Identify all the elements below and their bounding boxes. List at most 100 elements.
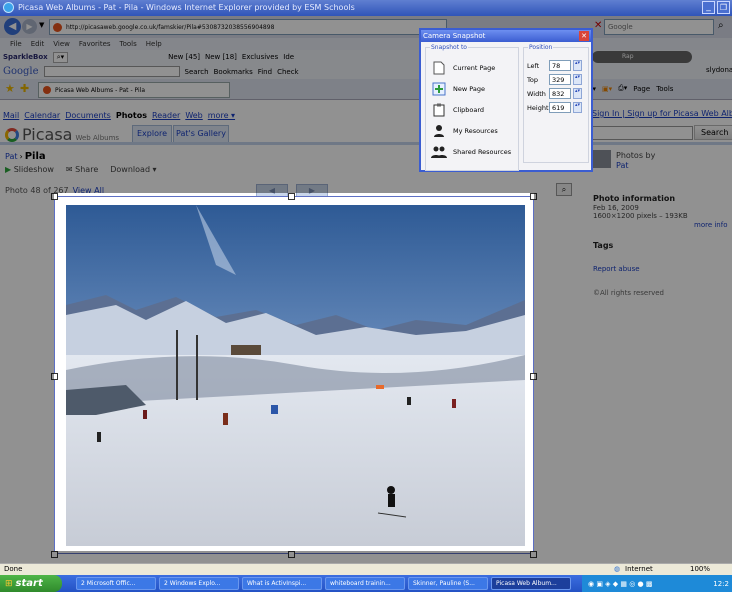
mail-icon: ✉: [65, 165, 73, 174]
taskbar-item[interactable]: 2 Windows Explo...: [159, 577, 239, 590]
page-menu[interactable]: Page: [633, 85, 650, 93]
add-favorite-icon[interactable]: ✚: [20, 82, 29, 95]
resize-handle-n[interactable]: [288, 193, 295, 200]
minimize-button[interactable]: _: [702, 1, 715, 14]
resize-handle-ne[interactable]: [530, 193, 537, 200]
gnav-web[interactable]: Web: [185, 111, 202, 120]
menu-view[interactable]: View: [53, 40, 70, 48]
favorites-star-icon[interactable]: ★: [5, 82, 15, 95]
zoom-level[interactable]: 100%: [690, 565, 710, 573]
toolbar-search-icon[interactable]: ⌕▾: [52, 51, 69, 63]
dialog-close-button[interactable]: ✕: [579, 31, 589, 41]
menu-help[interactable]: Help: [146, 40, 162, 48]
share-label: Share: [75, 165, 99, 174]
taskbar-item[interactable]: whiteboard trainin...: [325, 577, 405, 590]
resize-handle-s[interactable]: [288, 551, 295, 558]
snapshot-option-clipboard[interactable]: Clipboard: [431, 102, 517, 118]
gnav-reader[interactable]: Reader: [152, 111, 180, 120]
menu-favorites[interactable]: Favorites: [79, 40, 111, 48]
snapshot-option-current-page[interactable]: Current Page: [431, 60, 517, 76]
taskbar-item[interactable]: Skinner, Pauline (S...: [408, 577, 488, 590]
taskbar-item[interactable]: What is ActivInspi...: [242, 577, 322, 590]
gnav-calendar[interactable]: Calendar: [24, 111, 60, 120]
taskbar-items: 2 Microsoft Offic... 2 Windows Explo... Wh…: [76, 577, 576, 590]
back-icon[interactable]: ◀: [4, 18, 21, 35]
tray-icons[interactable]: ◉ ▣ ◈ ◆ ▦ ◎ ● ▩: [588, 580, 653, 588]
picasa-search-button[interactable]: Search: [694, 125, 732, 140]
google-find[interactable]: Find: [258, 68, 272, 76]
toolbar-item-3[interactable]: Exclusives: [242, 53, 278, 61]
position-width-spinner-icon[interactable]: ▴▾: [573, 88, 582, 99]
resize-handle-w[interactable]: [51, 373, 58, 380]
download-button[interactable]: Download ▾: [110, 165, 156, 174]
snapshot-option-label: Clipboard: [453, 106, 485, 114]
history-dropdown-icon[interactable]: ▼: [39, 21, 44, 29]
snapshot-option-my-resources[interactable]: My Resources: [431, 123, 517, 139]
taskbar-item[interactable]: Picasa Web Album...: [491, 577, 571, 590]
start-button[interactable]: ⊞ start: [0, 575, 62, 592]
resize-handle-sw[interactable]: [51, 551, 58, 558]
google-search-box[interactable]: [43, 66, 180, 77]
google-brand[interactable]: Google: [3, 66, 39, 77]
slideshow-button[interactable]: ▶ Slideshow: [5, 165, 54, 174]
camera-snapshot-dialog: Camera Snapshot ✕ Snapshot to Current Pa…: [419, 28, 593, 172]
owner-link[interactable]: Pat: [616, 161, 629, 170]
gnav-mail[interactable]: Mail: [3, 111, 19, 120]
signin-link[interactable]: Sign In | Sign up for Picasa Web Albums: [592, 109, 732, 118]
search-input[interactable]: [604, 19, 714, 35]
position-left-spinner-icon[interactable]: ▴▾: [573, 60, 582, 71]
title-bar: Picasa Web Albums - Pat - Pila - Windows…: [0, 0, 732, 16]
snapshot-option-label: Shared Resources: [453, 148, 512, 156]
status-bar: Done ◍ Internet 100%: [0, 563, 732, 575]
snapshot-option-new-page[interactable]: New Page: [431, 81, 517, 97]
report-abuse-link[interactable]: Report abuse: [593, 265, 640, 273]
position-top-input[interactable]: 329: [549, 74, 571, 85]
close-tab-icon[interactable]: ✕: [594, 20, 602, 31]
capture-selection-frame[interactable]: [54, 196, 534, 554]
toolbar-item-4[interactable]: Ide: [283, 53, 294, 61]
gnav-more[interactable]: more ▾: [208, 111, 235, 120]
tab-pats-gallery[interactable]: Pat's Gallery: [173, 125, 229, 142]
snapshot-option-shared-resources[interactable]: Shared Resources: [431, 144, 517, 160]
view-all-link[interactable]: View All: [73, 186, 104, 195]
more-info-link[interactable]: more info: [694, 221, 728, 229]
zoom-icon[interactable]: ⌕: [556, 183, 572, 196]
gnav-photos[interactable]: Photos: [116, 111, 147, 120]
menu-tools[interactable]: Tools: [120, 40, 137, 48]
share-button[interactable]: ✉ Share: [66, 165, 98, 174]
google-user[interactable]: slydonald: [706, 66, 732, 74]
system-tray: ◉ ▣ ◈ ◆ ▦ ◎ ● ▩ 12:2: [582, 575, 732, 592]
sparklebox-brand[interactable]: SparkleBox: [3, 53, 48, 61]
position-left-input[interactable]: 78: [549, 60, 571, 71]
picasa-search-input[interactable]: [588, 126, 693, 140]
google-check[interactable]: Check: [277, 68, 299, 76]
breadcrumb-owner[interactable]: Pat: [5, 152, 18, 161]
gnav-documents[interactable]: Documents: [65, 111, 111, 120]
owner-avatar[interactable]: [593, 150, 611, 168]
print-icon[interactable]: ⎙▾: [618, 84, 627, 93]
google-bookmarks[interactable]: Bookmarks: [214, 68, 253, 76]
position-width-input[interactable]: 832: [549, 88, 571, 99]
position-height-input[interactable]: 619: [549, 102, 571, 113]
taskbar-item[interactable]: 2 Microsoft Offic...: [76, 577, 156, 590]
toolbar-item-2[interactable]: New [18]: [205, 53, 237, 61]
google-search-button[interactable]: Search: [185, 68, 209, 76]
search-icon[interactable]: ⌕: [718, 20, 724, 31]
position-height-spinner-icon[interactable]: ▴▾: [573, 102, 582, 113]
photo-date: Feb 16, 2009: [593, 204, 639, 212]
position-top-spinner-icon[interactable]: ▴▾: [573, 74, 582, 85]
feeds-icon[interactable]: ▣▾: [602, 85, 612, 93]
restore-button[interactable]: ❐: [717, 1, 730, 14]
tab-explore[interactable]: Explore: [132, 125, 172, 142]
menu-edit[interactable]: Edit: [31, 40, 45, 48]
toolbar-item-1[interactable]: New [45]: [168, 53, 200, 61]
resize-handle-e[interactable]: [530, 373, 537, 380]
player-controls[interactable]: Rap: [592, 51, 692, 63]
resize-handle-se[interactable]: [530, 551, 537, 558]
address-bar[interactable]: http://picasaweb.google.co.uk/famskier/P…: [49, 19, 447, 35]
forward-icon[interactable]: ▶: [22, 19, 37, 34]
browser-tab[interactable]: Picasa Web Albums - Pat - Pila: [38, 82, 230, 98]
tools-menu[interactable]: Tools: [656, 85, 673, 93]
menu-file[interactable]: File: [10, 40, 22, 48]
resize-handle-nw[interactable]: [51, 193, 58, 200]
